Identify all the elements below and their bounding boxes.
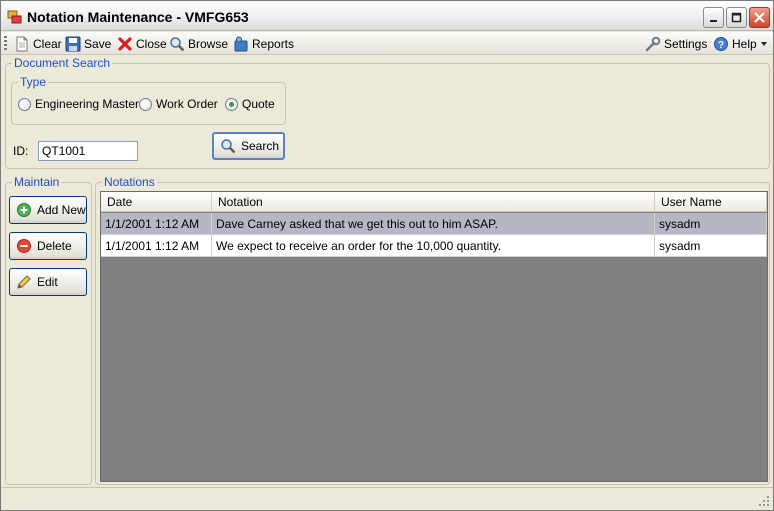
radio-button[interactable]: [18, 97, 31, 111]
cell-user-name: sysadm: [655, 235, 767, 257]
minus-circle-icon: [17, 239, 31, 253]
title-bar[interactable]: Notation Maintenance - VMFG653: [1, 1, 773, 31]
app-icon: [7, 10, 22, 24]
close-button[interactable]: Close: [117, 34, 167, 53]
grid-header: Date Notation User Name: [101, 192, 767, 212]
reports-label: Reports: [252, 36, 295, 51]
radio-button[interactable]: [225, 97, 238, 111]
radio-label: Quote: [242, 97, 275, 111]
document-search-group: Document Search Type Engineering Master …: [5, 56, 770, 169]
column-header-notation[interactable]: Notation: [212, 192, 655, 212]
reports-button[interactable]: Reports: [233, 34, 294, 53]
edit-button[interactable]: Edit: [9, 268, 87, 296]
cell-notation: Dave Carney asked that we get this out t…: [212, 213, 655, 235]
notations-legend: Notations: [102, 175, 157, 189]
settings-button[interactable]: Settings: [645, 34, 707, 53]
radio-quote[interactable]: Quote: [225, 97, 275, 111]
help-button[interactable]: ? Help: [713, 34, 757, 53]
document-search-legend: Document Search: [12, 56, 113, 70]
toolbar-grip[interactable]: [4, 36, 7, 51]
resize-grip-icon[interactable]: [758, 495, 770, 507]
minimize-icon: [710, 20, 717, 22]
radio-label: Work Order: [156, 97, 218, 111]
main-window: Notation Maintenance - VMFG653 Clear Sav…: [0, 0, 774, 511]
svg-text:?: ?: [718, 40, 724, 51]
maintain-group: Maintain Add New Delete Edit: [5, 175, 92, 485]
add-new-button[interactable]: Add New: [9, 196, 87, 224]
radio-button[interactable]: [139, 97, 152, 111]
cell-date: 1/1/2001 1:12 AM: [101, 213, 212, 235]
delete-label: Delete: [37, 239, 72, 253]
radio-work-order[interactable]: Work Order: [139, 97, 218, 111]
red-x-icon: [118, 36, 132, 51]
cell-date: 1/1/2001 1:12 AM: [101, 235, 212, 257]
plus-circle-icon: [17, 203, 31, 217]
wrench-icon: [645, 36, 661, 51]
clear-label: Clear: [33, 36, 62, 51]
radio-engineering-master[interactable]: Engineering Master: [18, 97, 139, 111]
maximize-button[interactable]: [726, 7, 747, 28]
floppy-disk-icon: [65, 36, 81, 51]
maximize-icon: [731, 12, 742, 23]
maintain-legend: Maintain: [12, 175, 62, 189]
column-header-user-name[interactable]: User Name: [655, 192, 767, 212]
add-new-label: Add New: [37, 203, 86, 217]
type-group: Type Engineering Master Work Order Quote: [11, 75, 286, 125]
notations-grid[interactable]: Date Notation User Name 1/1/2001 1:12 AM…: [100, 191, 768, 482]
search-button[interactable]: Search: [212, 132, 285, 160]
close-icon: [754, 12, 765, 23]
cell-user-name: sysadm: [655, 213, 767, 235]
help-icon: ?: [714, 36, 728, 51]
magnifier-icon: [221, 139, 236, 154]
browse-label: Browse: [188, 36, 229, 51]
search-label: Search: [241, 139, 280, 153]
cell-notation: We expect to receive an order for the 10…: [212, 235, 655, 257]
close-window-button[interactable]: [749, 7, 770, 28]
browse-button[interactable]: Browse: [169, 34, 228, 53]
delete-button[interactable]: Delete: [9, 232, 87, 260]
edit-label: Edit: [37, 275, 58, 289]
clear-button[interactable]: Clear: [14, 34, 62, 53]
save-label: Save: [84, 36, 112, 51]
document-icon: [16, 36, 28, 51]
help-label: Help: [732, 36, 757, 51]
toolbar: Clear Save Close Browse Reports Settings…: [1, 32, 773, 55]
status-bar: [1, 487, 773, 510]
table-row[interactable]: 1/1/2001 1:12 AM We expect to receive an…: [101, 235, 767, 257]
save-button[interactable]: Save: [65, 34, 111, 53]
chevron-down-icon: [761, 41, 767, 46]
settings-label: Settings: [664, 36, 708, 51]
window-title: Notation Maintenance - VMFG653: [27, 9, 249, 25]
type-legend: Type: [18, 75, 49, 89]
id-label: ID:: [13, 144, 29, 158]
close-label: Close: [136, 36, 167, 51]
magnifier-icon: [170, 36, 185, 51]
toolbar-overflow-button[interactable]: [760, 34, 768, 53]
minimize-button[interactable]: [703, 7, 724, 28]
column-header-date[interactable]: Date: [101, 192, 212, 212]
id-input[interactable]: [38, 141, 138, 161]
radio-label: Engineering Master: [35, 97, 140, 111]
reports-icon: [234, 36, 248, 51]
pencil-icon: [17, 275, 31, 289]
table-row[interactable]: 1/1/2001 1:12 AM Dave Carney asked that …: [101, 213, 767, 235]
